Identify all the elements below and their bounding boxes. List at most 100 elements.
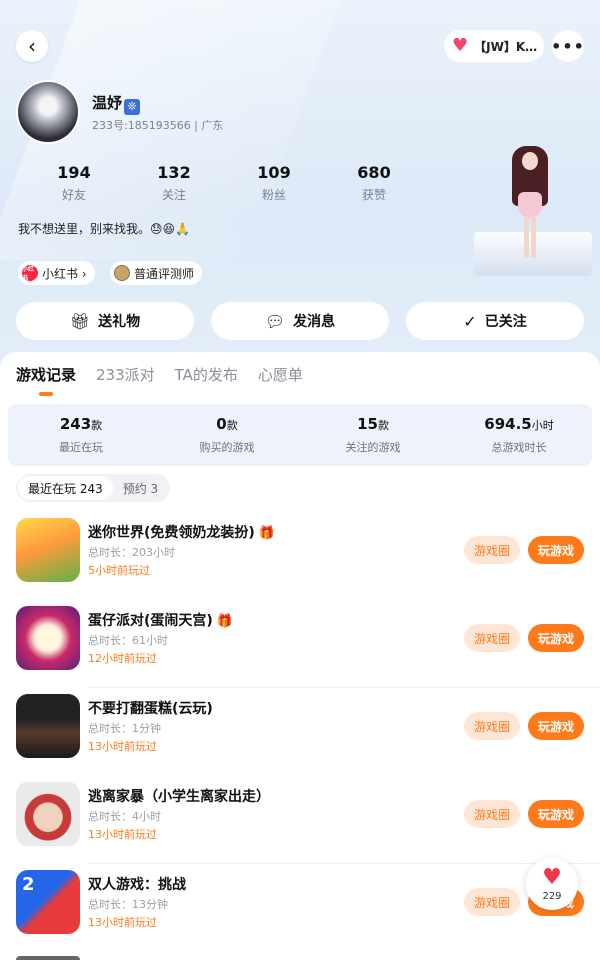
stat-label: 粉丝 bbox=[261, 188, 286, 202]
avatar-character-figure bbox=[474, 132, 592, 284]
summary-total-time[interactable]: 694.5小时 总游戏时长 bbox=[446, 404, 592, 466]
game-last-played: 13小时前玩过 bbox=[88, 916, 157, 929]
game-icon[interactable] bbox=[16, 694, 80, 758]
summary-recent[interactable]: 243款 最近在玩 bbox=[8, 404, 154, 466]
stat-value: 680 bbox=[357, 163, 391, 182]
game-icon-number: 2 bbox=[22, 874, 35, 895]
game-last-played: 12小时前玩过 bbox=[88, 652, 157, 665]
stats-row: 194 好友 132 关注 109 粉丝 680 获赞 bbox=[24, 163, 424, 203]
stat-friends[interactable]: 194 好友 bbox=[24, 163, 124, 203]
game-row[interactable]: 蛋仔派对(蛋闹天宫) 🎁 总时长：61小时 12小时前玩过 游戏圈 玩游戏 bbox=[0, 600, 600, 688]
summary-label: 关注的游戏 bbox=[345, 441, 401, 454]
game-circle-button[interactable]: 游戏圈 bbox=[464, 800, 520, 828]
intimacy-pill[interactable]: ♥ 【JW】K… bbox=[444, 30, 544, 62]
stat-likes[interactable]: 680 获赞 bbox=[324, 163, 424, 203]
segment-recent[interactable]: 最近在玩 243 bbox=[18, 476, 113, 500]
xiaohongshu-icon: 小红书 bbox=[22, 265, 38, 282]
sparkle-icon: ❊ bbox=[124, 99, 141, 115]
character-body bbox=[512, 140, 548, 260]
stat-value: 132 bbox=[157, 163, 191, 182]
more-button[interactable]: ••• bbox=[551, 30, 585, 62]
summary-unit: 款 bbox=[91, 419, 103, 432]
summary-followed[interactable]: 15款 关注的游戏 bbox=[300, 404, 446, 466]
stat-value: 194 bbox=[57, 163, 91, 182]
game-duration: 总时长：1分钟 bbox=[88, 722, 161, 735]
profile-tabs: 游戏记录 233派对 TA的发布 心愿单 bbox=[16, 364, 303, 385]
heart-icon: ♥ bbox=[542, 864, 562, 890]
reviewer-badge-icon bbox=[114, 265, 130, 281]
summary-label: 总游戏时长 bbox=[491, 441, 547, 454]
game-icon[interactable]: 2 bbox=[16, 870, 80, 934]
bio-text: 我不想送里，别来找我。😓😆🙏 bbox=[18, 222, 190, 236]
nickname: 温妤 ❊ bbox=[92, 92, 141, 115]
gift-icon: 🎁︎ bbox=[69, 311, 91, 331]
xiaohongshu-label: 小红书 › bbox=[42, 266, 87, 281]
summary-purchased[interactable]: 0款 购买的游戏 bbox=[154, 404, 300, 466]
avatar[interactable] bbox=[16, 80, 80, 144]
checkmark-icon: ✓ bbox=[463, 311, 477, 331]
game-duration: 总时长：203小时 bbox=[88, 546, 175, 559]
heart-icon: ♥ bbox=[452, 35, 469, 56]
xiaohongshu-tag[interactable]: 小红书 小红书 › bbox=[18, 261, 95, 285]
game-last-played: 5小时前玩过 bbox=[88, 564, 150, 577]
summary-unit: 小时 bbox=[531, 419, 554, 432]
floating-like-button[interactable]: ♥ 229 bbox=[526, 858, 578, 910]
active-tab-indicator bbox=[39, 392, 53, 396]
game-row[interactable]: 不要打翻蛋糕(云玩) 总时长：1分钟 13小时前玩过 游戏圈 玩游戏 bbox=[0, 688, 600, 776]
reviewer-badge-label: 普通评测师 bbox=[134, 266, 195, 281]
game-circle-button[interactable]: 游戏圈 bbox=[464, 712, 520, 740]
profile-header: ‹ ♥ 【JW】K… ••• 温妤 ❊ 233号:185193566 | 广东 1… bbox=[0, 0, 600, 380]
game-row[interactable]: 逃离家暴（小学生离家出走） 总时长：4小时 13小时前玩过 游戏圈 玩游戏 bbox=[0, 776, 600, 864]
play-game-button[interactable]: 玩游戏 bbox=[528, 624, 584, 652]
segment-reserved[interactable]: 预约 3 bbox=[113, 476, 168, 500]
back-button[interactable]: ‹ bbox=[16, 30, 48, 62]
game-circle-button[interactable]: 游戏圈 bbox=[464, 624, 520, 652]
gift-icon: 🎁 bbox=[258, 526, 275, 541]
game-circle-button[interactable]: 游戏圈 bbox=[464, 888, 520, 916]
reviewer-badge-tag[interactable]: 普通评测师 bbox=[110, 261, 203, 285]
game-filter-segment: 最近在玩 243 预约 3 bbox=[16, 474, 171, 502]
following-label: 已关注 bbox=[484, 314, 527, 330]
stat-followers[interactable]: 109 粉丝 bbox=[224, 163, 324, 203]
tab-wishlist[interactable]: 心愿单 bbox=[258, 364, 303, 385]
send-message-button[interactable]: 💬︎ 发消息 bbox=[211, 302, 389, 340]
stat-label: 关注 bbox=[161, 188, 186, 202]
game-last-played: 13小时前玩过 bbox=[88, 740, 157, 753]
summary-label: 最近在玩 bbox=[59, 441, 103, 454]
tab-game-record[interactable]: 游戏记录 bbox=[16, 364, 76, 385]
following-button[interactable]: ✓ 已关注 bbox=[406, 302, 584, 340]
stat-label: 获赞 bbox=[361, 188, 386, 202]
game-duration: 总时长：13分钟 bbox=[88, 898, 168, 911]
play-game-button[interactable]: 玩游戏 bbox=[528, 536, 584, 564]
game-circle-button[interactable]: 游戏圈 bbox=[464, 536, 520, 564]
game-icon[interactable] bbox=[16, 518, 80, 582]
stat-value: 109 bbox=[257, 163, 291, 182]
summary-value: 15 bbox=[357, 415, 378, 433]
game-row[interactable]: 迷你世界(免费领奶龙装扮) 🎁 总时长：203小时 5小时前玩过 游戏圈 玩游戏 bbox=[0, 512, 600, 600]
tab-233-party[interactable]: 233派对 bbox=[96, 364, 155, 385]
summary-value: 243 bbox=[59, 415, 92, 433]
game-title: 蛋仔派对(蛋闹天宫) 🎁 bbox=[88, 613, 233, 629]
tab-posts[interactable]: TA的发布 bbox=[175, 364, 238, 385]
game-duration: 总时长：61小时 bbox=[88, 634, 168, 647]
summary-unit: 款 bbox=[377, 419, 389, 432]
more-dots-icon: ••• bbox=[551, 36, 585, 56]
summary-label: 购买的游戏 bbox=[199, 441, 255, 454]
game-row[interactable]: 2 双人游戏：挑战 总时长：13分钟 13小时前玩过 游戏圈 玩游戏 bbox=[0, 864, 600, 952]
summary-value: 0 bbox=[216, 415, 227, 433]
summary-unit: 款 bbox=[226, 419, 238, 432]
play-game-button[interactable]: 玩游戏 bbox=[528, 800, 584, 828]
summary-value: 694.5 bbox=[484, 415, 532, 433]
game-icon[interactable] bbox=[16, 606, 80, 670]
send-gift-button[interactable]: 🎁︎ 送礼物 bbox=[16, 302, 194, 340]
game-icon[interactable] bbox=[16, 782, 80, 846]
stat-following[interactable]: 132 关注 bbox=[124, 163, 224, 203]
send-gift-label: 送礼物 bbox=[98, 314, 141, 330]
nickname-text: 温妤 bbox=[92, 94, 123, 112]
like-count: 229 bbox=[542, 890, 562, 902]
stat-label: 好友 bbox=[61, 188, 86, 202]
uid-location: 233号:185193566 | 广东 bbox=[92, 119, 224, 132]
play-game-button[interactable]: 玩游戏 bbox=[528, 712, 584, 740]
game-title: 双人游戏：挑战 bbox=[88, 877, 186, 893]
gift-icon: 🎁 bbox=[216, 614, 233, 629]
